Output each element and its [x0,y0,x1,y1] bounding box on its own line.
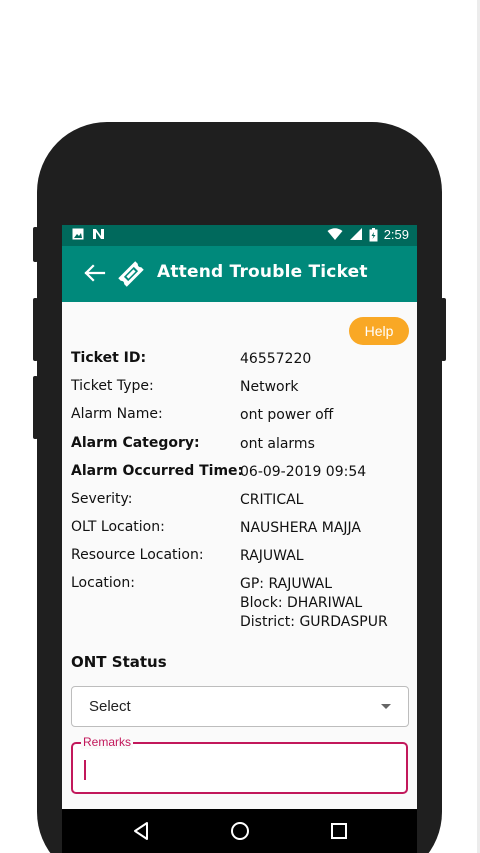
detail-label: Alarm Occurred Time: [71,463,244,479]
remarks-input[interactable]: Remarks [71,735,408,794]
detail-label: Alarm Category: [71,435,200,451]
ticket-icon [118,261,144,287]
detail-label: Alarm Name: [71,406,163,422]
location-gp: GP: RAJUWAL [240,576,333,592]
remarks-label: Remarks [81,735,134,749]
app-title: Attend Trouble Ticket [157,262,368,282]
detail-value: ont power off [240,407,334,423]
status-bar: 2:59 [62,225,417,246]
phone-screen: 2:59 Attend Trouble Ticket Help Ticket I… [62,225,417,853]
detail-label: Severity: [71,491,133,507]
signal-icon [349,228,362,240]
text-cursor [84,760,86,780]
ont-status-selected-value: Select [89,698,131,715]
detail-value: 46557220 [240,351,312,367]
detail-label: Location: [71,575,135,591]
ticket-content: Help Ticket ID: 46557220 Ticket Type: Ne… [62,302,417,809]
detail-label: OLT Location: [71,519,165,535]
detail-value: RAJUWAL [240,548,304,564]
image-notification-icon [72,228,84,240]
battery-icon [369,227,378,241]
detail-value: NAUSHERA MAJJA [240,520,361,536]
detail-value: Network [240,379,299,395]
ont-status-select[interactable]: Select [71,686,409,727]
detail-label: Ticket ID: [71,350,147,366]
ont-status-title: ONT Status [71,653,167,671]
location-block: Block: DHARIWAL [240,595,363,611]
detail-label: Ticket Type: [71,378,154,394]
n-notification-icon [93,229,104,239]
back-nav-icon[interactable] [128,819,154,843]
dropdown-caret-icon [381,704,391,709]
detail-label: Resource Location: [71,547,204,563]
navigation-bar [62,809,417,853]
back-arrow-icon[interactable] [82,260,108,286]
location-district: District: GURDASPUR [240,614,388,630]
status-time: 2:59 [383,227,409,242]
recents-nav-icon[interactable] [326,819,352,843]
detail-value: CRITICAL [240,492,304,508]
detail-value: ont alarms [240,436,315,452]
help-button[interactable]: Help [349,317,409,345]
detail-value: 06-09-2019 09:54 [240,464,367,480]
home-nav-icon[interactable] [227,819,253,843]
wifi-icon [327,228,343,240]
app-bar: Attend Trouble Ticket [62,246,417,302]
